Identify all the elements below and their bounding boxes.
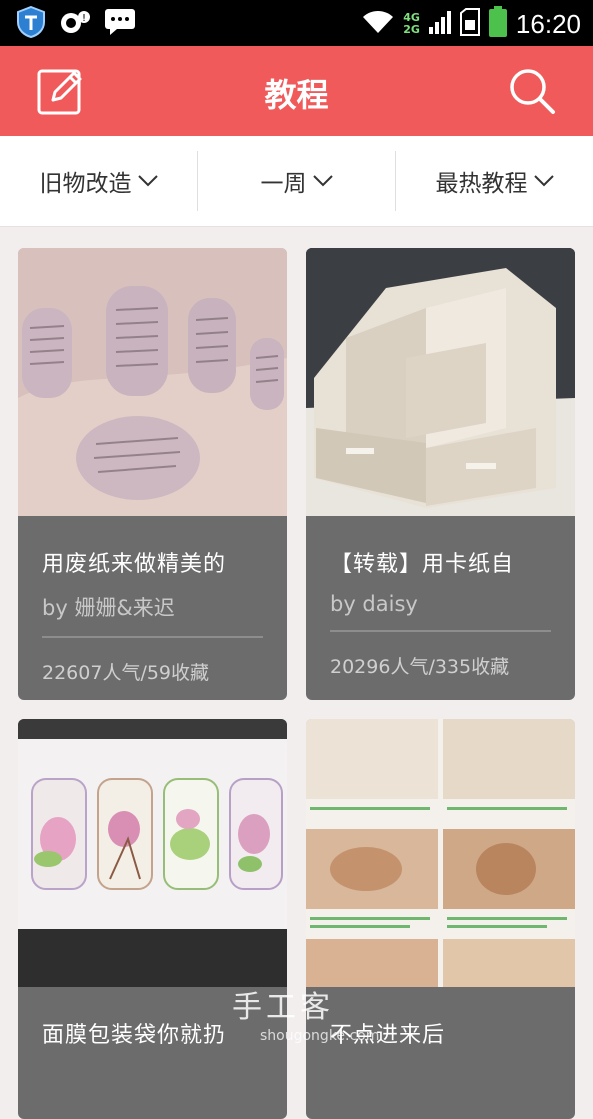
card-author: by 姗姗&来迟 — [42, 596, 175, 620]
tutorial-card[interactable]: 面膜包装袋你就扔 — [18, 719, 287, 1119]
app-bar: 教程 — [0, 46, 593, 136]
filter-bar: 旧物改造 一周 最热教程 — [0, 136, 593, 227]
chevron-down-icon — [312, 175, 333, 187]
card-author: by daisy — [330, 592, 418, 616]
filter-period-label: 一周 — [260, 171, 307, 197]
filter-sort[interactable]: 最热教程 — [395, 151, 593, 211]
watermark-url: shougongke.com — [260, 1028, 380, 1044]
card-info: 用废纸来做精美的 by 姗姗&来迟 22607人气/59收藏 — [18, 516, 287, 685]
chat-icon — [104, 8, 136, 40]
card-title: 【转载】用卡纸自 — [330, 552, 515, 577]
network-2g-label: 2G — [403, 23, 420, 36]
card-divider — [42, 636, 263, 638]
chevron-down-icon — [533, 175, 554, 187]
search-icon — [510, 69, 555, 114]
card-title: 用废纸来做精美的 — [42, 552, 227, 577]
floral-bookmarks-photo — [18, 719, 287, 987]
filter-period[interactable]: 一周 — [197, 151, 395, 211]
svg-text:!: ! — [82, 13, 86, 24]
tutorial-card[interactable]: 不点进来后 — [306, 719, 575, 1119]
card-stats: 20296人气/335收藏 — [330, 656, 510, 678]
card-info: 【转载】用卡纸自 by daisy 20296人气/335收藏 — [306, 516, 575, 679]
tutorial-card[interactable]: 【转载】用卡纸自 by daisy 20296人气/335收藏 — [306, 248, 575, 700]
clock-time: 16:20 — [515, 8, 581, 39]
shield-icon — [16, 5, 46, 42]
filter-category[interactable]: 旧物改造 — [0, 151, 197, 211]
filter-sort-label: 最热教程 — [435, 171, 528, 197]
sim-icon — [459, 8, 480, 40]
chevron-down-icon — [137, 175, 158, 187]
page-title: 教程 — [264, 76, 329, 114]
watermark-logo: 手工客 — [232, 990, 334, 1025]
network-type: 4G 2G — [403, 12, 420, 36]
newspaper-nail-art-photo — [18, 248, 287, 516]
wifi-icon — [361, 9, 395, 39]
status-bar: ! 4G 2G 16:20 — [0, 0, 593, 46]
filter-category-label: 旧物改造 — [39, 171, 132, 197]
search-button[interactable] — [507, 66, 557, 116]
tutorial-card[interactable]: 用废纸来做精美的 by 姗姗&来迟 22607人气/59收藏 — [18, 248, 287, 700]
cardboard-organizer-photo — [306, 248, 575, 516]
battery-icon — [488, 6, 508, 42]
fabric-pouch-steps-photo — [306, 719, 575, 987]
signal-icon — [428, 9, 452, 39]
card-divider — [330, 630, 551, 632]
card-stats: 22607人气/59收藏 — [42, 662, 210, 684]
camera-notification-icon: ! — [58, 9, 92, 39]
